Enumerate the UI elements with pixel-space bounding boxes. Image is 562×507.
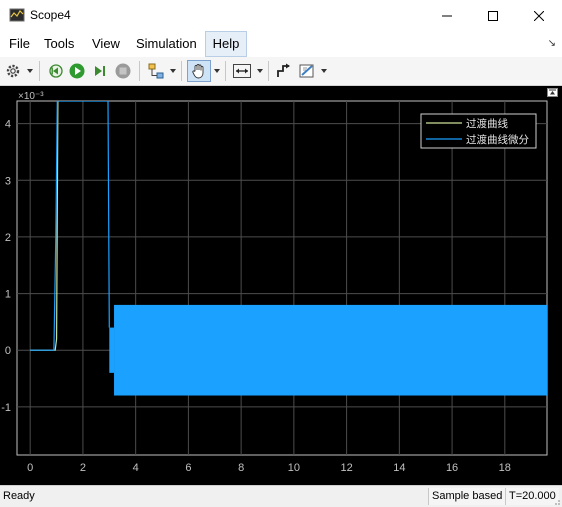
y-tick-label: 4 bbox=[5, 119, 11, 131]
x-tick-label: 6 bbox=[185, 462, 191, 474]
menu-simulation[interactable]: Simulation bbox=[131, 31, 202, 57]
highlight-block-button[interactable] bbox=[146, 60, 166, 82]
step-forward-button[interactable] bbox=[90, 60, 110, 82]
stop-button[interactable] bbox=[113, 60, 133, 82]
maximize-button[interactable] bbox=[470, 0, 516, 31]
status-bar: Ready Sample based T=20.000 bbox=[0, 485, 562, 507]
expand-axes-icon[interactable] bbox=[547, 88, 558, 97]
plot-frame bbox=[16, 100, 548, 456]
resize-grip-icon[interactable] bbox=[551, 496, 561, 506]
run-icon bbox=[69, 63, 85, 79]
toolbar-separator bbox=[268, 61, 269, 81]
x-tick-label: 8 bbox=[238, 462, 244, 474]
step-forward-icon bbox=[95, 66, 105, 76]
drawing-style-icon bbox=[277, 63, 290, 77]
menu-help[interactable]: Help bbox=[205, 31, 247, 57]
y-tick-label: 3 bbox=[5, 175, 11, 187]
chevron-down-icon[interactable] bbox=[213, 67, 221, 75]
toolbar bbox=[0, 57, 562, 86]
menu-file[interactable]: File bbox=[4, 31, 35, 57]
settings-gear-icon bbox=[6, 64, 20, 78]
data-cursor-icon bbox=[299, 64, 314, 78]
step-back-icon bbox=[49, 64, 63, 78]
zoom-axes-button[interactable] bbox=[231, 60, 253, 82]
window-title: Scope4 bbox=[30, 8, 71, 22]
close-button[interactable] bbox=[516, 0, 562, 31]
x-tick-label: 18 bbox=[499, 462, 511, 474]
y-exponent-label: ×10⁻³ bbox=[18, 91, 44, 102]
undock-arrow-icon[interactable]: ↘ bbox=[548, 38, 556, 49]
sample-mode-indicator: Sample based bbox=[428, 488, 506, 505]
y-tick-label: -1 bbox=[1, 402, 11, 414]
title-bar[interactable]: Scope4 bbox=[0, 0, 562, 31]
chevron-down-icon[interactable] bbox=[256, 67, 264, 75]
chevron-down-icon[interactable] bbox=[320, 67, 328, 75]
y-tick-label: 1 bbox=[5, 289, 11, 301]
x-tick-label: 12 bbox=[340, 462, 352, 474]
zoom-axes-icon bbox=[233, 64, 251, 78]
chevron-down-icon[interactable] bbox=[26, 67, 34, 75]
maximize-icon bbox=[488, 10, 498, 21]
minimize-button[interactable] bbox=[424, 0, 470, 31]
x-tick-label: 14 bbox=[393, 462, 405, 474]
stop-icon bbox=[115, 63, 131, 79]
chevron-down-icon[interactable] bbox=[169, 67, 177, 75]
toolbar-separator bbox=[139, 61, 140, 81]
x-tick-label: 2 bbox=[80, 462, 86, 474]
drawing-style-button[interactable] bbox=[274, 60, 294, 82]
series-oscillation-band bbox=[109, 327, 115, 373]
scope-app-icon bbox=[9, 8, 25, 22]
toolbar-separator bbox=[225, 61, 226, 81]
x-tick-label: 4 bbox=[133, 462, 139, 474]
series-oscillation-band bbox=[114, 304, 547, 396]
pan-hand-icon bbox=[192, 64, 204, 79]
close-icon bbox=[534, 10, 544, 21]
menu-view[interactable]: View bbox=[87, 31, 125, 57]
data-cursor-button[interactable] bbox=[297, 60, 317, 82]
minimize-icon bbox=[442, 15, 452, 16]
status-text: Ready bbox=[3, 490, 35, 502]
legend-label-line2: 过渡曲线微分 bbox=[466, 133, 529, 146]
x-tick-label: 0 bbox=[27, 462, 33, 474]
legend[interactable]: 过渡曲线 过渡曲线微分 bbox=[420, 113, 537, 149]
menu-bar: File Tools View Simulation Help ↘ bbox=[0, 31, 562, 58]
run-button[interactable] bbox=[67, 60, 87, 82]
scope-axes[interactable]: 0 2 4 6 8 10 12 14 16 18-101234 ×10⁻³ 过渡曲线 过渡曲线微分 bbox=[0, 86, 562, 485]
toolbar-separator bbox=[39, 61, 40, 81]
toolbar-separator bbox=[181, 61, 182, 81]
settings-button[interactable] bbox=[3, 60, 23, 82]
y-tick-label: 0 bbox=[5, 345, 11, 357]
y-tick-label: 2 bbox=[5, 232, 11, 244]
pan-button[interactable] bbox=[187, 60, 211, 82]
highlight-block-icon bbox=[148, 63, 164, 79]
menu-tools[interactable]: Tools bbox=[39, 31, 79, 57]
x-tick-label: 10 bbox=[288, 462, 300, 474]
step-back-button[interactable] bbox=[45, 60, 65, 82]
legend-label-line1: 过渡曲线 bbox=[466, 117, 508, 130]
x-tick-label: 16 bbox=[446, 462, 458, 474]
